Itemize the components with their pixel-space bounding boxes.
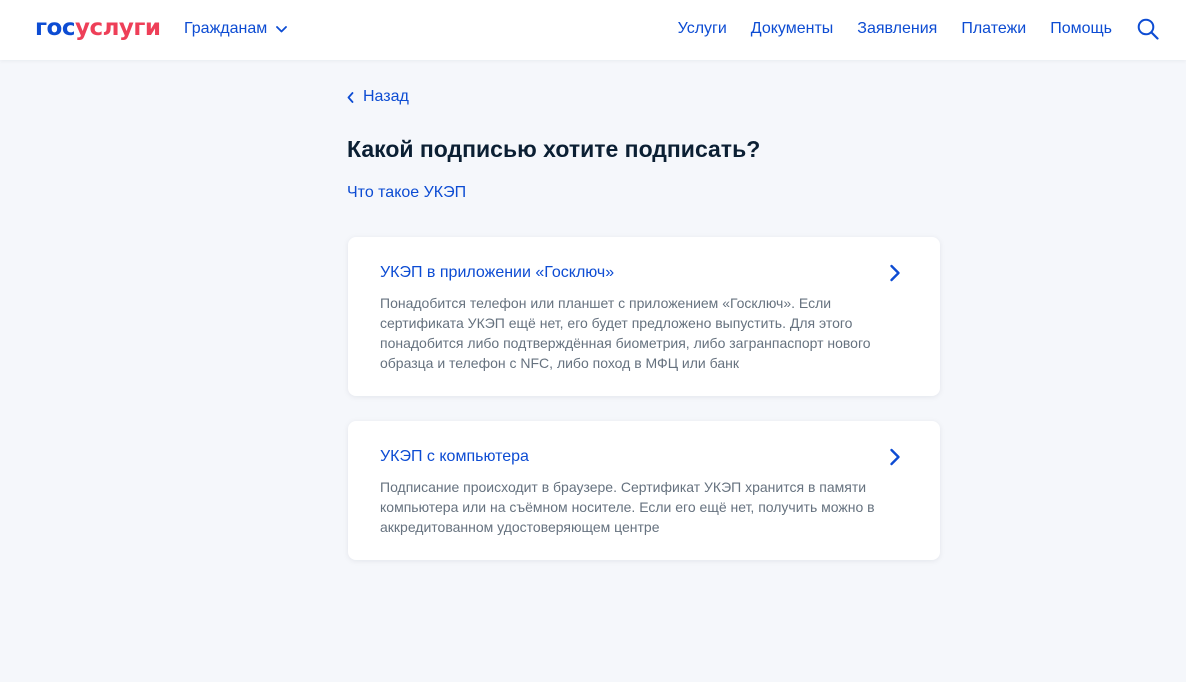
- logo-part-gos: гос: [35, 15, 75, 41]
- back-link[interactable]: Назад: [347, 86, 409, 108]
- nav-item-payments[interactable]: Платежи: [961, 18, 1026, 40]
- role-selector[interactable]: Гражданам: [184, 18, 288, 40]
- logo-part-uslugi: услуги: [74, 15, 161, 41]
- search-icon[interactable]: [1137, 18, 1159, 40]
- nav-item-services[interactable]: Услуги: [678, 18, 727, 40]
- page-title: Какой подписью хотите подписать?: [347, 136, 761, 162]
- gosuslugi-logo[interactable]: госуслуги: [35, 14, 161, 42]
- nav-item-documents[interactable]: Документы: [751, 18, 833, 40]
- option-card-title: УКЭП в приложении «Госключ»: [380, 264, 615, 281]
- option-card-computer[interactable]: УКЭП с компьютера Подписание происходит …: [348, 421, 940, 560]
- option-card-description: Подписание происходит в браузере. Сертиф…: [380, 479, 875, 535]
- nav-item-applications[interactable]: Заявления: [857, 18, 937, 40]
- site-header: госуслуги Гражданам Услуги Документы Зая…: [0, 0, 1186, 60]
- option-card-goskey[interactable]: УКЭП в приложении «Госключ» Понадобится …: [348, 237, 940, 396]
- back-link-label: Назад: [363, 88, 409, 105]
- chevron-right-icon: [890, 264, 900, 282]
- option-card-description: Понадобится телефон или планшет с прилож…: [380, 295, 871, 371]
- nav-item-help[interactable]: Помощь: [1050, 18, 1112, 40]
- chevron-down-icon: [276, 25, 288, 32]
- what-is-ukep-link[interactable]: Что такое УКЭП: [347, 182, 466, 204]
- role-selector-label: Гражданам: [184, 20, 268, 37]
- chevron-right-icon: [890, 448, 900, 466]
- option-card-title: УКЭП с компьютера: [380, 448, 529, 465]
- chevron-left-icon: [347, 91, 354, 103]
- main-nav: Услуги Документы Заявления Платежи Помощ…: [678, 18, 1112, 40]
